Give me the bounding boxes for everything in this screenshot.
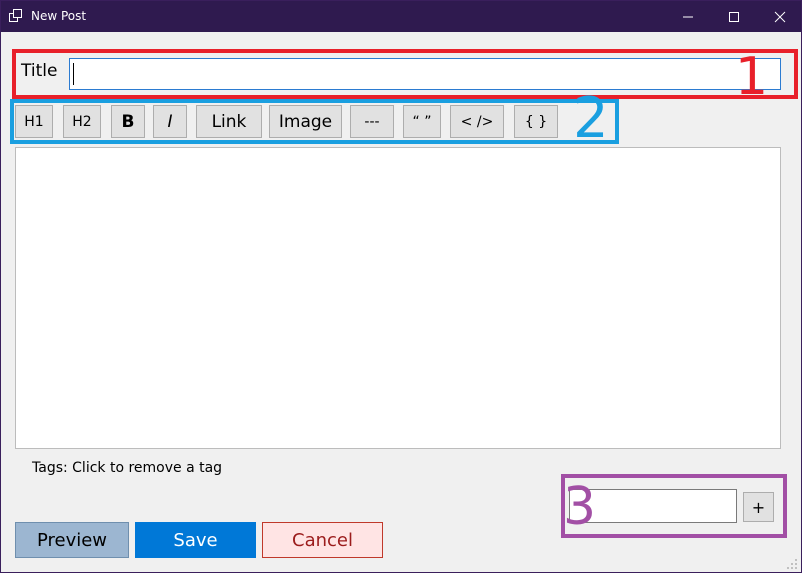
minimize-icon: [683, 16, 693, 17]
new-post-window: New Post Title H1 H2 B I Link Image --- …: [0, 0, 802, 573]
app-icon: [9, 9, 22, 22]
window-title: New Post: [31, 9, 87, 23]
annotation-number-1: 1: [735, 47, 769, 107]
minimize-button[interactable]: [665, 1, 711, 32]
maximize-button[interactable]: [711, 1, 757, 32]
resize-grip-icon[interactable]: [785, 557, 799, 571]
content-editor[interactable]: [15, 147, 781, 449]
preview-button[interactable]: Preview: [15, 522, 129, 558]
close-icon: [774, 11, 786, 22]
cancel-button[interactable]: Cancel: [262, 522, 383, 558]
annotation-number-3: 3: [563, 477, 597, 537]
save-button[interactable]: Save: [135, 522, 256, 558]
close-button[interactable]: [757, 1, 802, 32]
annotation-box-1: [12, 49, 798, 99]
annotation-box-2: [10, 99, 619, 144]
maximize-icon: [729, 11, 739, 22]
title-bar[interactable]: New Post: [1, 1, 801, 32]
annotation-number-2: 2: [573, 86, 609, 151]
tags-label: Tags: Click to remove a tag: [32, 460, 223, 476]
